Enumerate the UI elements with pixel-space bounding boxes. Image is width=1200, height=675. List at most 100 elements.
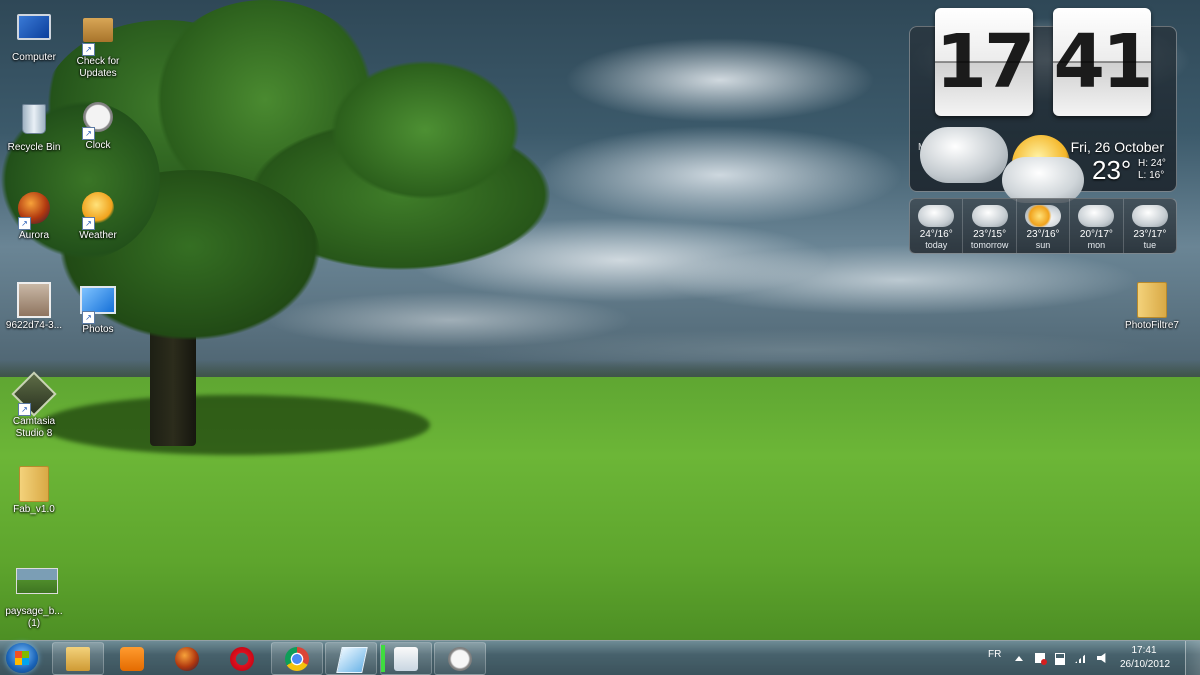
shortcut-arrow-icon: ↗ — [82, 311, 95, 324]
taskbar-clock-app-button[interactable] — [434, 642, 486, 675]
windows-explorer-icon — [66, 647, 90, 671]
rain-cloud-icon — [918, 205, 955, 227]
clock-weather-gadget[interactable]: M... Fri, 26 October 23° H: 24° L: 16° 1… — [909, 8, 1177, 254]
forecast-temps: 20°/17° — [1079, 229, 1113, 240]
windows-photos-icon — [80, 286, 116, 314]
forecast-day: 20°/17° mon — [1070, 199, 1124, 253]
desktop-icon-label: Fab_v1.0 — [13, 504, 55, 515]
flip-clock-minute: 41 — [1053, 8, 1153, 116]
taskbar-explorer-button[interactable] — [52, 642, 104, 675]
desktop-icon-recycle-bin[interactable]: Recycle Bin — [0, 100, 68, 154]
taskbar-date: 26/10/2012 — [1120, 659, 1171, 670]
forecast-day: 24°/16° today — [910, 199, 964, 253]
forecast-strip: 24°/16° today 23°/15° tomorrow 23°/16° s… — [909, 198, 1177, 254]
start-button[interactable] — [6, 643, 38, 673]
forecast-temps: 23°/15° — [973, 229, 1007, 240]
windows-logo-icon — [15, 651, 29, 665]
desktop-icon-photofiltre7[interactable]: PhotoFiltre7 — [1118, 280, 1186, 332]
cloud-icon — [1078, 205, 1115, 227]
shortcut-arrow-icon: ↗ — [18, 217, 31, 230]
taskbar: FR 17:41 26/10/2012 — [0, 640, 1200, 675]
desktop-icon-label: paysage_b... (1) — [5, 606, 63, 629]
desktop-icon-camtasia[interactable]: ↗ Camtasia Studio 8 — [0, 371, 68, 440]
cloud-icon — [920, 127, 1008, 183]
shortcut-arrow-icon: ↗ — [82, 127, 95, 140]
tree-shadow — [40, 395, 430, 455]
desktop-icon-check-for-updates[interactable]: ↗ Check for Updates — [64, 10, 132, 80]
forecast-day-name: today — [925, 240, 948, 250]
computer-icon — [17, 14, 51, 40]
updates-box-icon — [83, 18, 113, 42]
cloud-icon — [1002, 157, 1084, 203]
taskbar-glass-app-button[interactable] — [325, 642, 377, 675]
forecast-day: 23°/17° tue — [1124, 199, 1176, 253]
desktop-icon-label: Clock — [85, 140, 111, 151]
media-center-icon — [394, 647, 418, 671]
forecast-day-name: tue — [1143, 240, 1157, 250]
current-temperature: 23° — [1092, 155, 1132, 185]
chrome-icon — [285, 647, 309, 671]
gadget-date: Fri, 26 October — [1070, 139, 1164, 155]
desktop-icon-label: Aurora — [18, 230, 49, 241]
recycle-bin-icon — [22, 104, 46, 134]
action-center-flag-icon[interactable] — [1035, 653, 1047, 665]
clock-icon — [448, 647, 472, 671]
network-signal-icon[interactable] — [1075, 653, 1087, 663]
taskbar-time: 17:41 — [1131, 645, 1157, 656]
forecast-day-name: mon — [1087, 240, 1106, 250]
landscape-image-icon — [16, 568, 58, 594]
volume-icon[interactable] — [1097, 653, 1106, 663]
desktop-icon-photo-file[interactable]: 9622d74-3... — [0, 280, 68, 332]
shortcut-arrow-icon: ↗ — [82, 217, 95, 230]
firefox-icon — [175, 647, 199, 671]
folder-icon — [19, 466, 49, 502]
desktop-icon-label: Camtasia Studio 8 — [12, 416, 56, 439]
taskbar-chrome-button[interactable] — [271, 642, 323, 675]
show-desktop-button[interactable] — [1185, 641, 1200, 675]
shortcut-arrow-icon: ↗ — [82, 43, 95, 56]
flip-clock-hour: 17 — [935, 8, 1035, 116]
desktop-icon-label: Photos — [82, 324, 114, 335]
desktop-icon-clock[interactable]: ↗ Clock — [64, 100, 132, 152]
low-temperature: L: 16° — [1138, 170, 1165, 181]
progress-indicator — [381, 645, 385, 672]
taskbar-clock[interactable]: 17:41 26/10/2012 — [1120, 644, 1171, 672]
desktop-icon-label: PhotoFiltre7 — [1125, 320, 1179, 331]
sun-cloud-icon — [1025, 205, 1062, 227]
high-temperature: H: 24° — [1138, 158, 1166, 169]
cloud-icon — [1131, 205, 1168, 227]
taskbar-firefox-button[interactable] — [161, 642, 213, 675]
desktop-icon-aurora[interactable]: ↗ Aurora — [0, 190, 68, 242]
media-player-icon — [120, 647, 144, 671]
photo-file-icon — [17, 282, 51, 318]
folder-icon — [1137, 282, 1167, 318]
desktop-icon-label: Weather — [79, 230, 117, 241]
desktop-icon-fab-folder[interactable]: Fab_v1.0 — [0, 464, 68, 516]
taskbar-opera-button[interactable] — [216, 642, 268, 675]
rain-cloud-icon — [971, 205, 1008, 227]
forecast-temps: 23°/17° — [1133, 229, 1167, 240]
forecast-day: 23°/16° sun — [1017, 199, 1071, 253]
taskbar-media-player-button[interactable] — [106, 642, 158, 675]
high-low-temperature: H: 24° L: 16° — [1138, 158, 1166, 182]
forecast-temps: 24°/16° — [919, 229, 953, 240]
desktop-icon-label: Recycle Bin — [7, 142, 61, 153]
desktop-icon-label: Computer — [12, 52, 56, 63]
desktop-icon-computer[interactable]: Computer — [0, 10, 68, 64]
taskbar-media-center-button[interactable] — [380, 642, 432, 675]
forecast-temps: 23°/16° — [1026, 229, 1060, 240]
desktop-icon-label: 9622d74-3... — [5, 320, 63, 331]
forecast-day-name: tomorrow — [970, 240, 1009, 250]
forecast-day: 23°/15° tomorrow — [963, 199, 1017, 253]
desktop-icon-photos[interactable]: ↗ Photos — [64, 280, 132, 336]
battery-icon[interactable] — [1055, 653, 1065, 665]
desktop-icon-weather[interactable]: ↗ Weather — [64, 190, 132, 242]
desktop-icon-paysage[interactable]: paysage_b... (1) — [0, 560, 68, 630]
shortcut-arrow-icon: ↗ — [18, 403, 31, 416]
language-indicator[interactable]: FR — [988, 649, 1001, 660]
show-hidden-icons-icon[interactable] — [1015, 656, 1023, 661]
desktop-icon-label: Check for Updates — [76, 56, 120, 79]
glass-app-icon — [336, 647, 368, 673]
opera-icon — [230, 647, 254, 671]
forecast-day-name: sun — [1035, 240, 1051, 250]
